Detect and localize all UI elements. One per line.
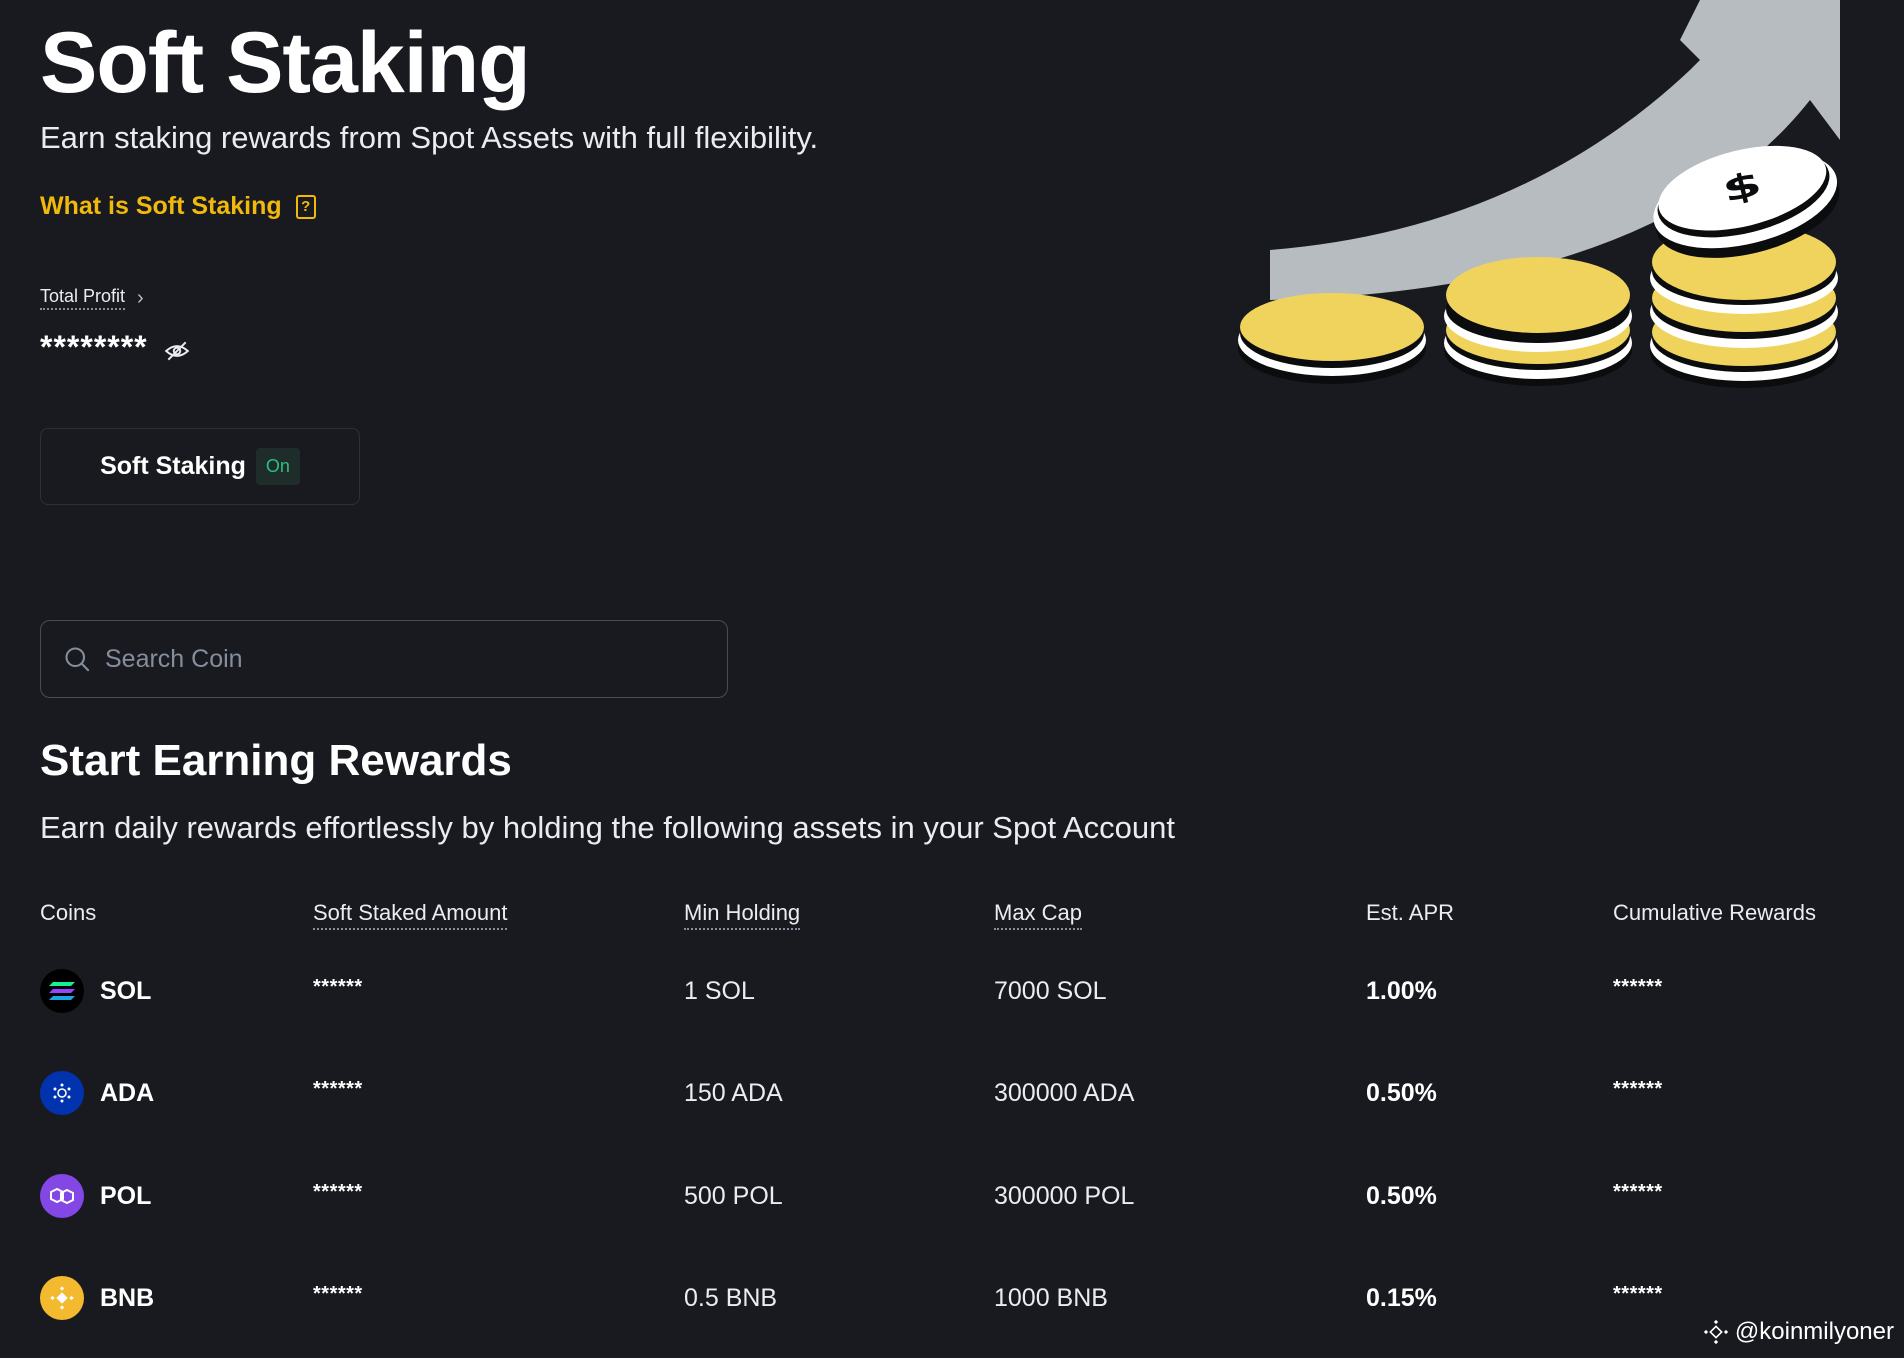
- soft-staking-toggle-button[interactable]: Soft Staking On: [40, 428, 360, 505]
- what-is-soft-staking-link[interactable]: What is Soft Staking ?: [40, 192, 316, 221]
- table-row[interactable]: SOL ****** 1 SOL 7000 SOL 1.00% ******: [0, 961, 1904, 1021]
- est-apr: 0.15%: [1366, 1283, 1437, 1312]
- cardano-icon: [40, 1071, 84, 1115]
- est-apr: 1.00%: [1366, 976, 1437, 1005]
- cumulative-rewards: ******: [1613, 1282, 1663, 1305]
- table-row[interactable]: POL ****** 500 POL 300000 POL 0.50% ****…: [0, 1166, 1904, 1226]
- eye-slash-icon[interactable]: [164, 338, 190, 364]
- column-header-max-cap[interactable]: Max Cap: [994, 900, 1083, 930]
- coin-stack-2: [1444, 257, 1632, 386]
- section-subtitle: Earn daily rewards effortlessly by holdi…: [40, 810, 1175, 845]
- coin-cell: BNB: [40, 1268, 154, 1328]
- column-header-coins[interactable]: Coins: [40, 900, 96, 926]
- est-apr: 0.50%: [1366, 1078, 1437, 1107]
- cumulative-rewards: ******: [1613, 1077, 1663, 1100]
- coin-symbol: BNB: [100, 1283, 155, 1312]
- help-link-label: What is Soft Staking: [40, 192, 282, 220]
- max-cap: 300000 POL: [994, 1181, 1135, 1210]
- min-holding: 500 POL: [684, 1181, 783, 1210]
- column-header-cumulative-rewards[interactable]: Cumulative Rewards: [1613, 900, 1816, 926]
- cumulative-rewards: ******: [1613, 975, 1663, 998]
- search-input[interactable]: [105, 644, 665, 674]
- min-holding: 1 SOL: [684, 976, 755, 1005]
- search-coin-box[interactable]: [40, 620, 728, 698]
- page-subtitle: Earn staking rewards from Spot Assets wi…: [40, 120, 819, 155]
- coin-symbol: SOL: [100, 976, 152, 1005]
- min-holding: 0.5 BNB: [684, 1283, 778, 1312]
- soft-staked-amount: ******: [313, 975, 363, 998]
- watermark-text: @koinmilyoner: [1734, 1318, 1894, 1345]
- table-row[interactable]: BNB ****** 0.5 BNB 1000 BNB 0.15% ******: [0, 1268, 1904, 1328]
- section-title: Start Earning Rewards: [40, 736, 512, 785]
- total-profit-link[interactable]: Total Profit ›: [40, 286, 144, 310]
- total-profit-value: ********: [40, 329, 148, 365]
- total-profit-label: Total Profit: [40, 286, 126, 310]
- bnb-icon: [40, 1276, 84, 1320]
- watermark: @koinmilyoner: [1703, 1318, 1894, 1346]
- coin-cell: ADA: [40, 1063, 154, 1123]
- est-apr: 0.50%: [1366, 1181, 1437, 1210]
- total-profit-value-row: ********: [40, 330, 190, 364]
- soft-staked-amount: ******: [313, 1180, 363, 1203]
- coin-cell: SOL: [40, 961, 151, 1021]
- page-title: Soft Staking: [40, 15, 531, 111]
- solana-icon: [40, 969, 84, 1013]
- coin-stack-1: [1238, 293, 1426, 384]
- coin-cell: POL: [40, 1166, 151, 1226]
- table-row[interactable]: ADA ****** 150 ADA 300000 ADA 0.50% ****…: [0, 1063, 1904, 1123]
- soft-staked-amount: ******: [313, 1282, 363, 1305]
- status-badge: On: [255, 448, 300, 485]
- column-header-min-holding[interactable]: Min Holding: [684, 900, 801, 930]
- max-cap: 1000 BNB: [994, 1283, 1108, 1312]
- max-cap: 7000 SOL: [994, 976, 1107, 1005]
- chevron-right-icon: ›: [137, 286, 144, 309]
- polygon-icon: [40, 1174, 84, 1218]
- search-icon: [65, 647, 90, 672]
- column-header-est-apr[interactable]: Est. APR: [1366, 900, 1454, 926]
- coins-growth-illustration: $: [1238, 0, 1840, 388]
- column-header-soft-staked-amount[interactable]: Soft Staked Amount: [313, 900, 508, 930]
- soft-staked-amount: ******: [313, 1077, 363, 1100]
- binance-square-icon: [1703, 1319, 1729, 1345]
- soft-staking-toggle-label: Soft Staking: [100, 452, 246, 480]
- coin-symbol: ADA: [100, 1078, 155, 1107]
- question-book-icon: ?: [295, 194, 316, 219]
- max-cap: 300000 ADA: [994, 1078, 1135, 1107]
- min-holding: 150 ADA: [684, 1078, 783, 1107]
- coin-symbol: POL: [100, 1181, 152, 1210]
- cumulative-rewards: ******: [1613, 1180, 1663, 1203]
